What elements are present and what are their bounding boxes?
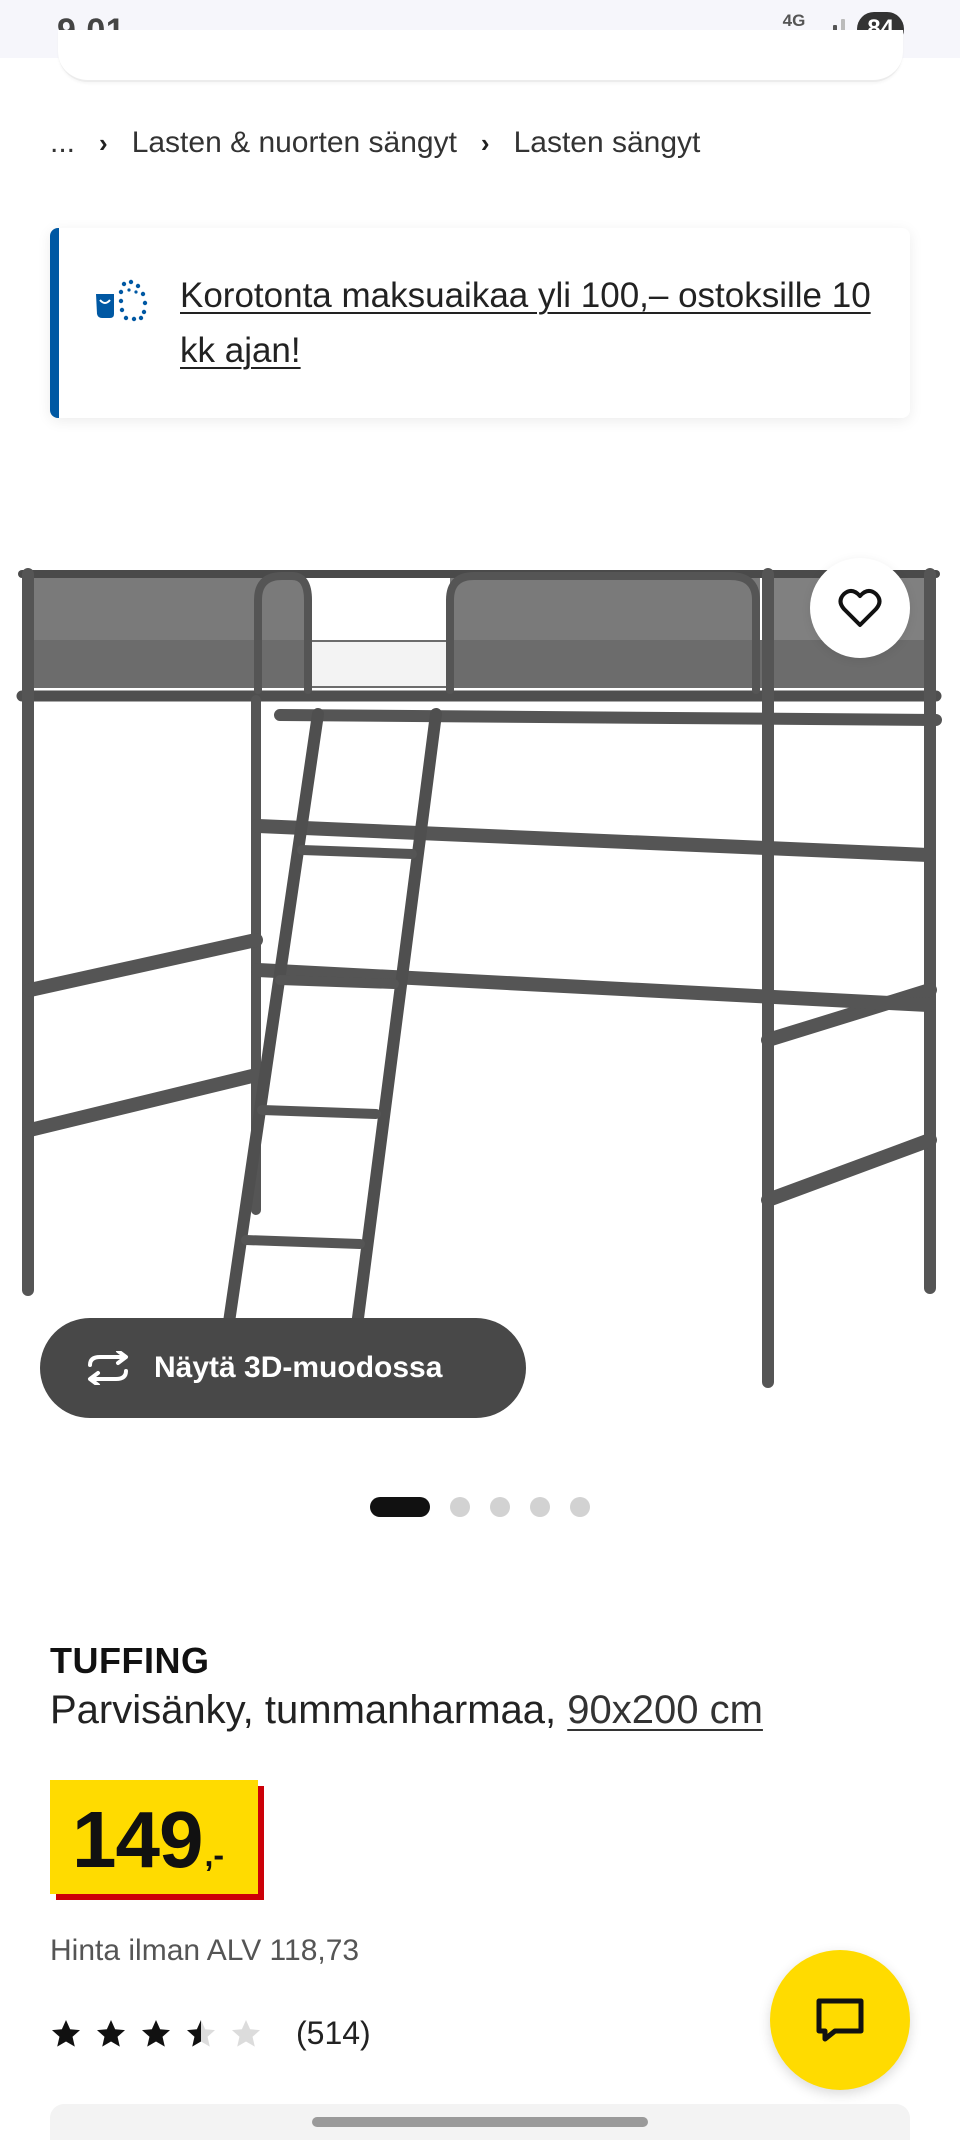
carousel-dot-5[interactable] <box>570 1497 590 1517</box>
price-integer: 149 <box>72 1795 203 1884</box>
breadcrumb-item-kids-beds[interactable]: Lasten sängyt <box>514 126 701 160</box>
image-carousel-indicator <box>370 1497 590 1517</box>
carousel-dot-1[interactable] <box>370 1497 430 1517</box>
chevron-right-icon: › <box>480 127 490 158</box>
search-bar-edge[interactable] <box>58 30 903 82</box>
favorite-button[interactable] <box>810 558 910 658</box>
chat-bubble-icon <box>816 1998 864 2042</box>
carousel-dot-4[interactable] <box>530 1497 550 1517</box>
star-full-icon <box>97 2019 125 2047</box>
chat-button[interactable] <box>770 1950 910 2090</box>
product-image[interactable] <box>0 500 960 1430</box>
loft-bed-illustration <box>16 568 942 1388</box>
star-full-icon <box>142 2019 170 2047</box>
home-indicator[interactable] <box>312 2117 648 2127</box>
star-full-icon <box>52 2019 80 2047</box>
promo-link[interactable]: Korotonta maksuaikaa yli 100,– ostoksill… <box>180 268 880 378</box>
price-box: 149 ,- <box>50 1780 258 1894</box>
rotate-3d-icon <box>88 1351 128 1385</box>
heart-icon <box>838 589 882 627</box>
product-size-link[interactable]: 90x200 cm <box>567 1688 763 1732</box>
promo-banner[interactable]: Korotonta maksuaikaa yli 100,– ostoksill… <box>50 228 910 418</box>
chevron-right-icon: › <box>99 127 108 158</box>
review-count[interactable]: (514) <box>296 2015 371 2052</box>
view-3d-button[interactable]: Näytä 3D-muodossa <box>40 1318 526 1418</box>
promo-accent-bar <box>50 228 59 418</box>
price-suffix: ,- <box>204 1837 225 1873</box>
carousel-dot-3[interactable] <box>490 1497 510 1517</box>
breadcrumb-item-kids-youth-beds[interactable]: Lasten & nuorten sängyt <box>132 126 457 160</box>
product-description: Parvisänky, tummanharmaa, 90x200 cm <box>50 1688 763 1733</box>
view-3d-label: Näytä 3D-muodossa <box>154 1351 443 1384</box>
product-brand: TUFFING <box>50 1640 210 1681</box>
price-tag: 149 ,- <box>50 1780 264 1900</box>
price-excl-vat: Hinta ilman ALV 118,73 <box>50 1934 360 1967</box>
network-type-label: 4G <box>782 11 806 30</box>
breadcrumb: ... › Lasten & nuorten sängyt › Lasten s… <box>50 126 700 160</box>
product-rating[interactable]: (514) <box>50 2015 371 2052</box>
carousel-dot-2[interactable] <box>450 1497 470 1517</box>
star-empty-icon <box>232 2019 260 2047</box>
rating-stars <box>50 2018 262 2050</box>
breadcrumb-ellipsis[interactable]: ... <box>50 126 75 160</box>
product-description-text: Parvisänky, tummanharmaa, <box>50 1688 557 1732</box>
payment-coins-icon <box>96 279 148 322</box>
star-half-icon <box>187 2019 215 2047</box>
